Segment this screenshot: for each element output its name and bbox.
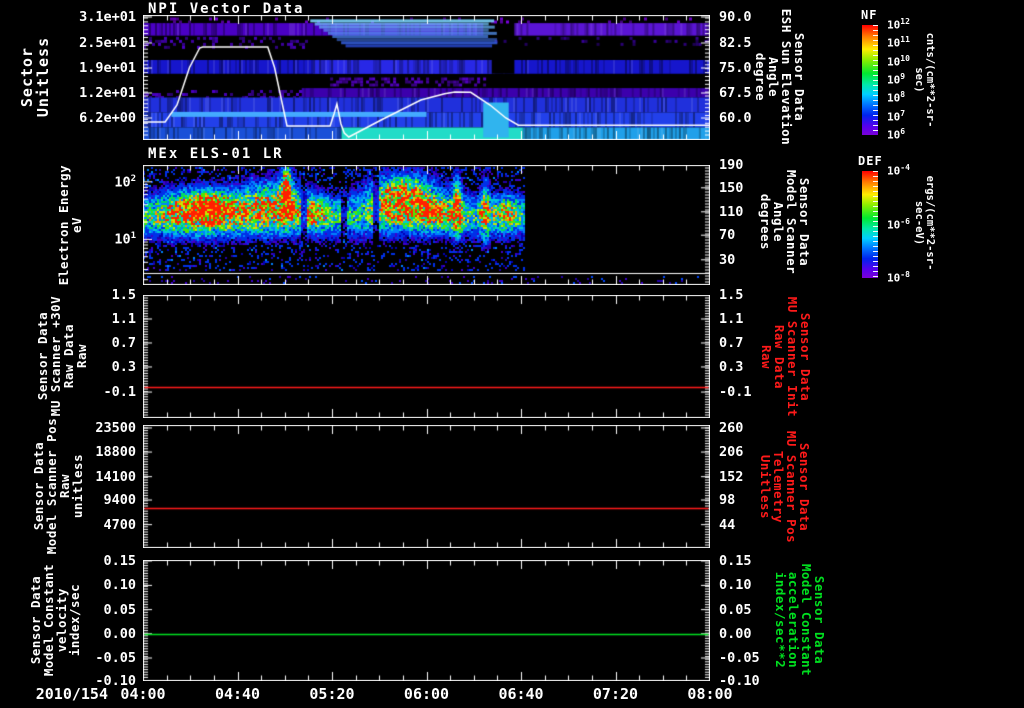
y-tick-label: 0.00 <box>103 625 136 642</box>
y-tick-label: 0.15 <box>103 552 136 569</box>
y-tick-label: 30 <box>719 251 736 268</box>
colorbar-tick-label: 109 <box>887 71 906 87</box>
colorbar-tick-label: 1012 <box>887 16 910 32</box>
y-tick-label: 98 <box>719 492 736 509</box>
colorbar-tick-label: 10-6 <box>887 216 910 232</box>
y-tick-label: 260 <box>719 419 744 436</box>
y-tick-label: 150 <box>719 179 744 196</box>
y-tick-label: 82.5 <box>719 35 752 51</box>
y-tick-label: 0.05 <box>719 601 752 618</box>
x-tick-label: 05:20 <box>309 685 355 703</box>
x-tick-label: 08:00 <box>687 685 733 703</box>
y-tick-label: 0.3 <box>719 358 744 375</box>
y-tick-label: 0.05 <box>103 601 136 618</box>
y-tick-label: 2.5e+01 <box>79 35 136 51</box>
y-tick-label: 1.1 <box>719 310 744 327</box>
y-tick-label: 44 <box>719 516 736 533</box>
colorbar-tick-label: 1011 <box>887 35 910 50</box>
y-tick-label: -0.1 <box>719 384 752 401</box>
y-tick-label: 1.1 <box>111 310 136 327</box>
x-tick-label: 06:40 <box>498 685 544 703</box>
y-tick-label: 0.10 <box>103 577 136 594</box>
y-tick-label: 0.3 <box>111 358 136 375</box>
y-tick-label: 0.15 <box>719 552 752 569</box>
y-tick-label: 0.7 <box>111 334 136 351</box>
y-tick-label: 60.0 <box>719 110 752 126</box>
y-tick-label: -0.05 <box>95 650 136 666</box>
y-tick-label: 70 <box>719 227 736 244</box>
y-tick-label: 101 <box>114 231 136 248</box>
y-tick-label: -0.05 <box>719 650 760 666</box>
y-tick-label: 67.5 <box>719 85 752 101</box>
colorbar-tick-label: 106 <box>887 126 906 142</box>
y-tick-label: 4700 <box>103 516 136 533</box>
y-tick-label: 206 <box>719 444 744 461</box>
multi-panel-plot-screen: NPI Vector Data MEx ELS-01 LR Sector Uni… <box>0 0 1024 708</box>
y-tick-label: 23500 <box>95 419 136 436</box>
y-tick-label: 3.1e+01 <box>79 9 136 25</box>
y-tick-label: -0.1 <box>103 384 136 401</box>
y-tick-label: 14100 <box>95 468 136 485</box>
x-tick-label: 07:20 <box>592 685 639 703</box>
y-tick-label: 1.5 <box>111 287 136 303</box>
y-tick-label: 102 <box>114 173 136 191</box>
y-tick-label: 90.0 <box>719 9 752 25</box>
y-tick-label: 0.10 <box>719 577 752 594</box>
y-tick-label: 190 <box>719 157 744 173</box>
colorbar-tick-label: 10-8 <box>887 269 910 285</box>
colorbar-tick-label: 1010 <box>887 53 910 69</box>
x-tick-label: 04:40 <box>214 685 261 703</box>
y-tick-label: 0.7 <box>719 334 744 351</box>
y-tick-label: 1.9e+01 <box>79 60 136 76</box>
y-tick-label: 1.5 <box>719 287 744 303</box>
y-tick-label: 75.0 <box>719 60 752 76</box>
y-tick-label: 110 <box>719 203 744 220</box>
y-tick-label: 6.2e+00 <box>79 110 136 126</box>
y-tick-label: 18800 <box>95 444 136 461</box>
colorbar-tick-label: 107 <box>887 108 906 124</box>
colorbar-tick-label: 10-4 <box>887 162 910 178</box>
date-label: 2010/154 <box>35 685 108 703</box>
x-tick-label: 04:00 <box>120 685 166 703</box>
y-tick-label: 152 <box>719 468 744 485</box>
colorbar-tick-label: 108 <box>887 90 906 105</box>
y-tick-label: 0.00 <box>719 625 752 642</box>
tick-label-layer: 3.1e+01 2.5e+01 1.9e+01 1.2e+01 6.2e+00 90.0 8… <box>0 0 1024 708</box>
x-tick-label: 06:00 <box>403 685 450 703</box>
y-tick-label: 1.2e+01 <box>79 85 136 101</box>
y-tick-label: 9400 <box>103 492 136 509</box>
